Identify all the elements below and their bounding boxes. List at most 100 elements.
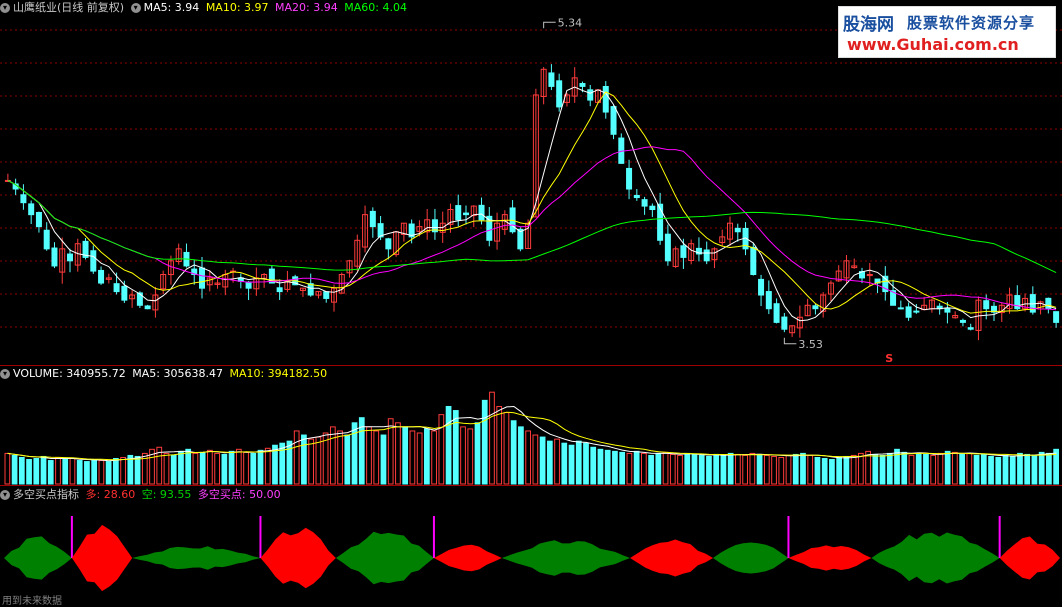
- kong-area-band: [871, 532, 1000, 584]
- volume-bar: [257, 449, 264, 485]
- volume-bar: [134, 455, 141, 485]
- candle-body: [664, 233, 671, 262]
- volume-ma5-readout: MA5: 305638.47: [132, 367, 223, 380]
- volume-bar: [698, 454, 705, 485]
- duo-area-band: [260, 527, 336, 589]
- volume-bar: [402, 426, 409, 485]
- volume-bar: [1038, 451, 1045, 485]
- candle-body: [680, 245, 687, 258]
- volume-bar: [662, 451, 669, 485]
- indicator-name: 多空买点指标: [13, 488, 79, 501]
- kong-area-band: [713, 542, 789, 574]
- volume-bar: [1002, 454, 1009, 485]
- volume-bar: [438, 414, 445, 485]
- volume-bar: [4, 452, 11, 485]
- candle-body: [1014, 295, 1021, 310]
- volume-bar: [344, 434, 351, 485]
- duo-area-band: [433, 544, 502, 572]
- volume-bar: [26, 459, 32, 485]
- candle-body: [626, 167, 633, 190]
- volume-bar: [445, 405, 452, 485]
- buy-point-readout: 多空买点: 50.00: [197, 488, 281, 501]
- volume-bar: [1046, 452, 1052, 485]
- volume-readout: VOLUME: 340955.72: [13, 367, 126, 380]
- candle-body: [897, 307, 904, 310]
- volume-bar: [648, 454, 654, 485]
- candle-body: [463, 212, 469, 216]
- volume-bar: [821, 458, 828, 485]
- candle-body: [385, 238, 392, 250]
- volume-bar: [366, 426, 372, 485]
- volume-bar: [199, 451, 206, 485]
- candle-body: [579, 83, 586, 87]
- chevron-down-icon[interactable]: ▾: [0, 490, 10, 500]
- volume-bar: [163, 452, 170, 485]
- candle-body: [20, 194, 27, 204]
- candle-body: [758, 278, 765, 296]
- candle-body: [90, 250, 97, 272]
- volume-bar: [286, 440, 293, 485]
- volume-bar: [1017, 452, 1023, 485]
- candle-body: [641, 199, 648, 207]
- candle-body: [812, 305, 819, 310]
- volume-bar: [626, 452, 633, 485]
- volume-bar: [872, 453, 879, 485]
- volume-bar: [1031, 454, 1038, 485]
- indicator-chart-header: ▾ 多空买点指标 多: 28.60 空: 93.55 多空买点: 50.00: [0, 487, 284, 502]
- volume-bar: [474, 422, 481, 485]
- volume-bar: [727, 452, 734, 485]
- volume-bar: [518, 426, 524, 485]
- volume-bar: [264, 447, 271, 485]
- volume-bar: [706, 455, 712, 485]
- volume-bar: [55, 456, 61, 485]
- volume-bar: [756, 453, 763, 485]
- volume-bar: [959, 453, 965, 485]
- candle-body: [959, 319, 966, 323]
- volume-bar: [691, 453, 698, 485]
- volume-ma5-line: [7, 405, 1057, 462]
- candle-body: [323, 291, 330, 299]
- candle-body: [455, 205, 462, 221]
- chevron-down-icon[interactable]: ▾: [0, 369, 10, 379]
- chevron-down-icon[interactable]: ▾: [130, 3, 141, 13]
- ma5-line: [7, 86, 1057, 322]
- logo-url: www.Guhai.com.cn: [847, 35, 1019, 54]
- volume-bar: [496, 405, 503, 485]
- candle-body: [633, 194, 640, 199]
- volume-bar-chart[interactable]: [0, 366, 1062, 486]
- volume-bar: [669, 453, 676, 485]
- kong-readout: 空: 93.55: [141, 488, 192, 501]
- volume-bar: [568, 444, 575, 485]
- volume-bar: [525, 430, 532, 485]
- volume-bar: [207, 449, 213, 485]
- candle-body: [144, 305, 151, 310]
- volume-bar: [807, 454, 814, 485]
- volume-bar: [973, 454, 980, 485]
- volume-bar: [966, 452, 973, 485]
- volume-bar: [742, 454, 748, 485]
- volume-bar: [640, 452, 647, 485]
- volume-bar: [713, 453, 720, 485]
- candle-body: [245, 281, 252, 289]
- volume-bar: [843, 455, 850, 485]
- candle-body: [51, 247, 58, 267]
- chevron-down-icon[interactable]: ▾: [0, 3, 10, 13]
- volume-bar: [510, 420, 517, 485]
- logo-site-name: 股海网: [843, 15, 894, 35]
- volume-bar: [452, 410, 459, 485]
- candle-body: [750, 246, 757, 275]
- duo-area-band: [630, 539, 713, 577]
- volume-bar: [170, 454, 177, 485]
- volume-bar: [105, 461, 112, 485]
- volume-bar: [800, 452, 806, 485]
- volume-bar: [62, 459, 69, 485]
- candle-body: [765, 291, 772, 310]
- volume-bar: [995, 456, 1002, 485]
- indicator-area-chart[interactable]: [0, 502, 1062, 607]
- volume-bar: [908, 454, 915, 485]
- volume-bar: [684, 452, 691, 485]
- candle-body: [548, 72, 555, 87]
- volume-bar: [192, 452, 199, 485]
- volume-bar: [308, 438, 315, 485]
- volume-bar: [901, 451, 908, 485]
